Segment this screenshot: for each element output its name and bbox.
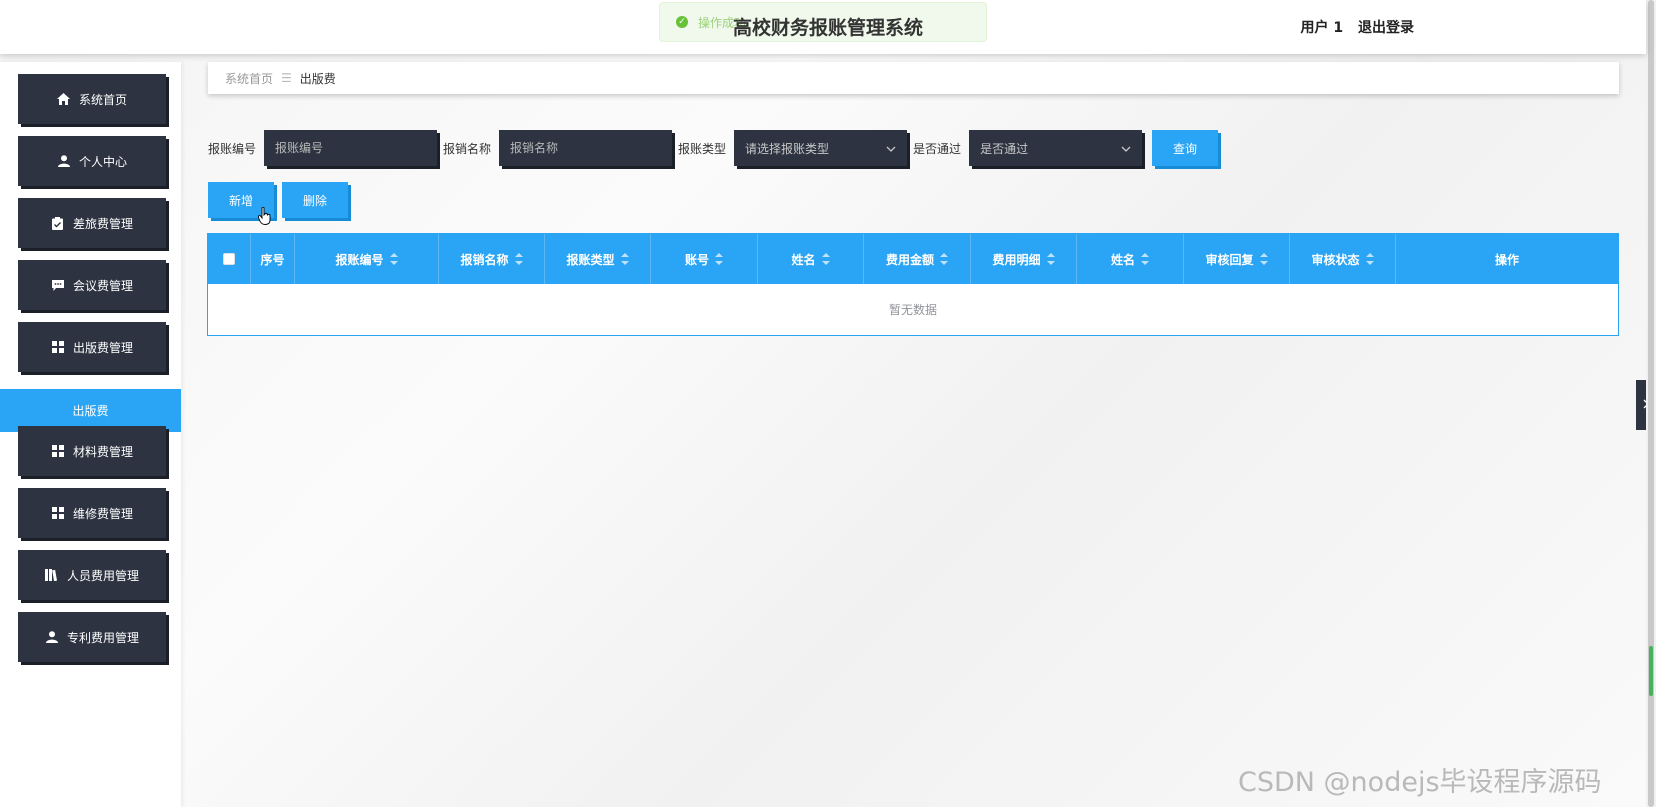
column-header[interactable]: 费用金额 [864,234,971,284]
type-label: 报账类型 [678,141,727,156]
passed-select[interactable]: 是否通过 [969,130,1143,166]
sidebar-item-patent[interactable]: 专利费用管理 [18,612,166,662]
chat-icon [51,278,65,292]
table-header: 序号 报账编号 报销名称 报账类型 账号 姓名 费用金额 费用明细 姓名 审核回… [208,234,1618,284]
data-table: 序号 报账编号 报销名称 报账类型 账号 姓名 费用金额 费用明细 姓名 审核回… [207,233,1619,336]
sidebar-item-personnel[interactable]: 人员费用管理 [18,550,166,600]
sidebar-item-material[interactable]: 材料费管理 [18,426,166,476]
select-all-cell [208,234,251,284]
sidebar-item-label: 出版费管理 [72,340,133,355]
sidebar-item-repair[interactable]: 维修费管理 [18,488,166,538]
column-header[interactable]: 账号 [651,234,758,284]
column-header[interactable]: 费用明细 [971,234,1077,284]
action-bar: 新增 删除 [208,182,348,218]
query-button[interactable]: 查询 [1152,130,1219,166]
sort-icon [1365,253,1374,265]
column-header[interactable]: 审核回复 [1184,234,1290,284]
top-header: ✓ 操作成功 高校财务报账管理系统 用户 1 退出登录 [0,0,1646,54]
sidebar-item-profile[interactable]: 个人中心 [18,136,166,186]
code-input[interactable] [264,130,438,166]
select-all-checkbox[interactable] [223,253,235,265]
sort-icon [1259,253,1268,265]
scrollbar-indicator [1649,646,1653,696]
type-select-placeholder: 请选择报账类型 [745,141,830,156]
column-header[interactable]: 报账编号 [295,234,439,284]
hand-cursor-icon [257,206,272,225]
book-icon [45,568,59,582]
sort-icon [1141,253,1149,265]
name-label: 报销名称 [443,141,492,156]
toast-message: 操作成功 [698,15,747,30]
sort-icon [715,253,723,265]
delete-button[interactable]: 删除 [282,182,348,218]
column-header[interactable]: 报账类型 [545,234,651,284]
sidebar-item-label: 系统首页 [78,92,127,107]
success-toast: ✓ 操作成功 [659,2,987,42]
passed-select-placeholder: 是否通过 [980,141,1029,156]
sidebar: 系统首页 个人中心 差旅费管理 会议费管理 出版费管理 出版费 材料费管理 维修… [0,62,181,807]
column-header: 序号 [251,234,295,284]
sort-icon [389,253,398,265]
column-header[interactable]: 姓名 [1077,234,1184,284]
column-header[interactable]: 报销名称 [439,234,545,284]
passed-label: 是否通过 [913,141,962,156]
sidebar-item-label: 维修费管理 [72,506,133,521]
type-select[interactable]: 请选择报账类型 [734,130,908,166]
sort-icon [940,253,948,265]
column-header[interactable]: 姓名 [758,234,864,284]
search-bar: 报账编号 报销名称 报账类型 请选择报账类型 是否通过 是否通过 查询 [208,130,1219,166]
sort-icon [821,253,830,265]
vertical-scrollbar[interactable] [1646,0,1656,807]
user-area: 用户 1 退出登录 [1291,17,1415,37]
sidebar-item-meeting[interactable]: 会议费管理 [18,260,166,310]
username: 用户 1 [1300,20,1344,36]
sort-icon [514,253,523,265]
chevron-down-icon [886,141,896,155]
column-header[interactable]: 审核状态 [1290,234,1396,284]
empty-state: 暂无数据 [888,303,937,317]
sidebar-item-label: 会议费管理 [72,278,133,293]
column-header: 操作 [1494,252,1519,267]
sidebar-item-home[interactable]: 系统首页 [18,74,166,124]
breadcrumb-current: 出版费 [299,71,336,86]
watermark: CSDN @nodejs毕设程序源码 [1238,767,1602,798]
grid-icon [51,444,65,458]
breadcrumb-home[interactable]: 系统首页 [225,70,273,87]
breadcrumb: 系统首页 ☰ 出版费 [208,62,1619,94]
sidebar-item-label: 专利费用管理 [66,630,139,645]
name-input[interactable] [499,130,673,166]
check-icon: ✓ [676,16,688,28]
sidebar-item-label: 个人中心 [78,154,127,169]
grid-icon [51,506,65,520]
user-icon [57,154,71,168]
chevron-down-icon [1121,141,1131,155]
sidebar-item-publication[interactable]: 出版费管理 [18,322,166,372]
user-icon [45,630,59,644]
clipboard-icon [51,216,65,230]
logout-link[interactable]: 退出登录 [1358,20,1414,36]
sidebar-item-label: 差旅费管理 [72,216,133,231]
code-label: 报账编号 [208,141,257,156]
grid-icon [51,340,65,354]
home-icon [57,92,71,106]
sidebar-item-label: 材料费管理 [72,444,133,459]
sort-icon [620,253,629,265]
sidebar-item-travel[interactable]: 差旅费管理 [18,198,166,248]
sidebar-item-label: 人员费用管理 [66,568,139,583]
breadcrumb-separator: ☰ [281,71,292,85]
sort-icon [1046,253,1055,265]
